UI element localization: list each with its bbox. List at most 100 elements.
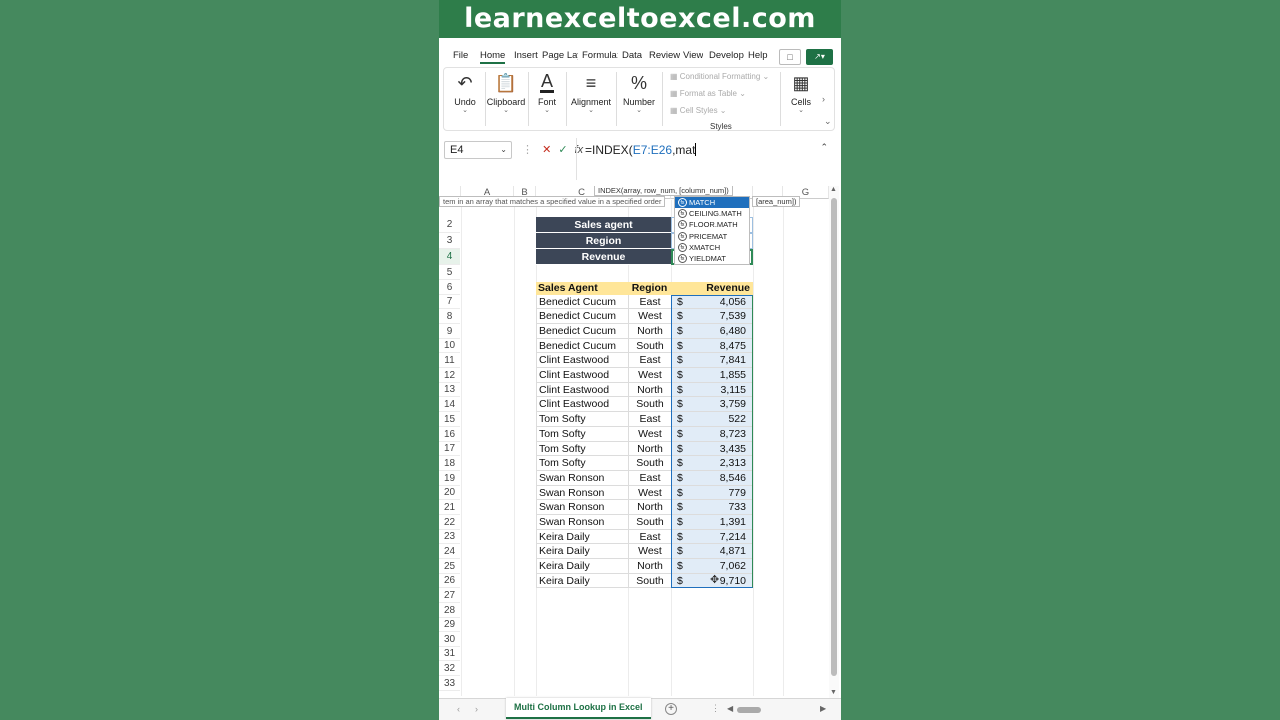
menu-data[interactable]: Data [622, 50, 642, 61]
row-header[interactable]: 21 [439, 500, 460, 515]
autocomplete-item[interactable]: fx MATCH [675, 197, 749, 209]
cancel-icon[interactable]: ✕ [542, 144, 551, 156]
comments-button[interactable]: □ [779, 49, 801, 65]
menu-insert[interactable]: Insert [514, 50, 538, 61]
menu-page-layout[interactable]: Page Lay [542, 50, 578, 61]
font-button[interactable]: A Font ⌄ [530, 68, 564, 130]
row-header[interactable]: 11 [439, 353, 460, 368]
row-header[interactable]: 29 [439, 618, 460, 632]
row-header[interactable]: 8 [439, 309, 460, 324]
region-cell[interactable]: East [628, 353, 671, 368]
row-header[interactable]: 26 [439, 574, 460, 588]
scroll-down-icon[interactable]: ▼ [830, 689, 837, 696]
region-cell[interactable]: South [628, 456, 671, 471]
region-cell[interactable]: South [628, 515, 671, 530]
menu-review[interactable]: Review [649, 50, 680, 61]
prev-sheet-icon[interactable]: ‹ [457, 704, 460, 714]
agent-cell[interactable]: Swan Ronson [536, 486, 628, 500]
vertical-scrollbar[interactable]: ▲ ▼ [829, 186, 839, 698]
scroll-right-icon[interactable]: ▶ [820, 704, 826, 713]
autocomplete-item[interactable]: fx YIELDMAT [675, 253, 749, 264]
region-cell[interactable]: East [628, 471, 671, 486]
region-cell[interactable]: West [628, 309, 671, 324]
enter-icon[interactable]: ✓ [558, 144, 567, 156]
region-cell[interactable]: South [628, 397, 671, 412]
menu-home[interactable]: Home [480, 50, 506, 64]
clipboard-button[interactable]: 📋 Clipboard ⌄ [486, 68, 526, 130]
horizontal-scroll-thumb[interactable] [737, 707, 761, 713]
agent-cell[interactable]: Swan Ronson [536, 471, 628, 486]
row-header[interactable]: 16 [439, 427, 460, 442]
agent-cell[interactable]: Tom Softy [536, 427, 628, 442]
row-header[interactable]: 31 [439, 647, 460, 661]
region-cell[interactable]: South [628, 339, 671, 353]
sheet-tab-active[interactable]: Multi Column Lookup in Excel [506, 698, 651, 719]
row-header[interactable]: 6 [439, 280, 460, 295]
name-box[interactable]: E4 ⌄ [444, 141, 512, 159]
conditional-formatting-button[interactable]: ▦ Conditional Formatting ⌄ [670, 72, 769, 81]
row-header[interactable]: 18 [439, 456, 460, 471]
row-header[interactable]: 2 [439, 217, 460, 233]
agent-cell[interactable]: Tom Softy [536, 412, 628, 427]
scroll-up-icon[interactable]: ▲ [830, 186, 837, 193]
cells-button[interactable]: ▦ Cells ⌄ [782, 68, 820, 130]
agent-cell[interactable]: Clint Eastwood [536, 353, 628, 368]
vertical-scroll-thumb[interactable] [831, 198, 837, 676]
region-cell[interactable]: East [628, 530, 671, 544]
row-header[interactable]: 20 [439, 486, 460, 500]
row-header[interactable]: 33 [439, 676, 460, 691]
row-header[interactable]: 4 [439, 249, 460, 265]
format-as-table-button[interactable]: ▦ Format as Table ⌄ [670, 89, 746, 98]
agent-cell[interactable]: Benedict Cucum [536, 309, 628, 324]
tab-options-icon[interactable]: ⋮ [711, 703, 720, 714]
agent-cell[interactable]: Keira Daily [536, 544, 628, 559]
next-sheet-icon[interactable]: › [475, 704, 478, 714]
agent-cell[interactable]: Benedict Cucum [536, 339, 628, 353]
menu-formulas[interactable]: Formula: [582, 50, 618, 61]
region-cell[interactable]: West [628, 427, 671, 442]
row-header[interactable]: 12 [439, 368, 460, 383]
cell-styles-button[interactable]: ▦ Cell Styles ⌄ [670, 106, 727, 115]
agent-cell[interactable]: Tom Softy [536, 442, 628, 456]
ribbon-expand-icon[interactable]: ⌄ [824, 116, 832, 127]
menu-help[interactable]: Help [748, 50, 768, 61]
row-header[interactable]: 25 [439, 559, 460, 574]
agent-cell[interactable]: Keira Daily [536, 530, 628, 544]
share-button[interactable]: ↗▾ [806, 49, 833, 65]
autocomplete-item[interactable]: fx PRICEMAT [675, 231, 749, 242]
row-header[interactable]: 24 [439, 544, 460, 559]
row-header[interactable]: 9 [439, 324, 460, 339]
row-header[interactable]: 17 [439, 442, 460, 456]
row-header[interactable]: 10 [439, 339, 460, 353]
agent-cell[interactable]: Tom Softy [536, 456, 628, 471]
row-header[interactable]: 19 [439, 471, 460, 486]
row-header[interactable]: 7 [439, 295, 460, 309]
row-header[interactable]: 28 [439, 603, 460, 618]
row-header[interactable]: 14 [439, 397, 460, 412]
autocomplete-item[interactable]: fx CEILING.MATH [675, 208, 749, 219]
autocomplete-item[interactable]: fx FLOOR.MATH [675, 219, 749, 230]
agent-cell[interactable]: Keira Daily [536, 559, 628, 574]
region-cell[interactable]: North [628, 559, 671, 574]
row-header[interactable]: 5 [439, 265, 460, 280]
region-cell[interactable]: North [628, 500, 671, 515]
row-header[interactable]: 23 [439, 530, 460, 544]
row-header[interactable]: 3 [439, 233, 460, 249]
agent-cell[interactable]: Benedict Cucum [536, 295, 628, 309]
row-header[interactable]: 30 [439, 632, 460, 647]
row-header[interactable]: 15 [439, 412, 460, 427]
menu-view[interactable]: View [683, 50, 703, 61]
worksheet-grid[interactable]: A B C G 2 3 4 5 6 7 8 9 10 11 12 13 14 15 16 17 18 19 20 21… [439, 186, 829, 696]
row-header[interactable]: 13 [439, 383, 460, 397]
region-cell[interactable]: East [628, 295, 671, 309]
agent-cell[interactable]: Clint Eastwood [536, 383, 628, 397]
agent-cell[interactable]: Benedict Cucum [536, 324, 628, 339]
region-cell[interactable]: West [628, 544, 671, 559]
row-header[interactable]: 27 [439, 588, 460, 603]
region-cell[interactable]: West [628, 486, 671, 500]
menu-file[interactable]: File [453, 50, 468, 61]
ribbon-scroll-right-icon[interactable]: › [822, 94, 825, 104]
region-cell[interactable]: East [628, 412, 671, 427]
agent-cell[interactable]: Keira Daily [536, 574, 628, 588]
scroll-left-icon[interactable]: ◀ [727, 704, 733, 713]
